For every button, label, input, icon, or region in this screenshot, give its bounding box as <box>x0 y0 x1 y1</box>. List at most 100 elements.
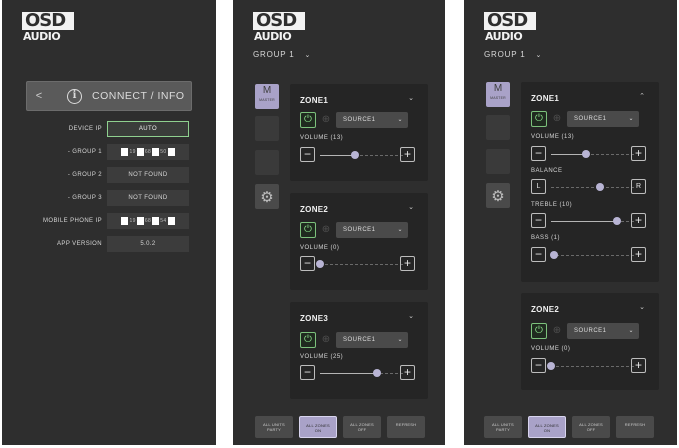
balance-slider[interactable] <box>551 183 635 191</box>
power-icon[interactable]: ⏻ <box>300 332 316 348</box>
settings-gear-icon[interactable]: ⚙ <box>486 183 510 208</box>
volume-label: VOLUME (13) <box>300 135 344 141</box>
all-units-party-button[interactable]: ALL UNITS PARTY <box>484 416 522 438</box>
side-button-3[interactable] <box>486 149 510 174</box>
slider-knob[interactable] <box>351 151 360 159</box>
zone-title: ZONE2 <box>531 305 560 314</box>
volume-slider[interactable] <box>551 150 635 158</box>
app-version-row: APP VERSION 5.0.2 <box>2 236 216 252</box>
osd-audio-logo: OSD AUDIO <box>484 12 536 42</box>
group1-ip-value: 19 68 50 <box>107 144 189 160</box>
connect-info-screen: OSD AUDIO < i CONNECT / INFO DEVICE IP A… <box>2 0 216 445</box>
group3-ip-value: NOT FOUND <box>107 190 189 206</box>
source-select[interactable]: SOURCE1 ⌄ <box>336 222 408 238</box>
bottom-action-bar: ALL UNITS PARTY ALL ZONES ON ALL ZONES OFF … <box>233 416 445 440</box>
link-icon[interactable]: ⊕ <box>319 222 333 238</box>
group-selector[interactable]: GROUP 1 ⌄ <box>253 50 311 59</box>
osd-audio-logo: OSD AUDIO <box>253 12 305 42</box>
all-zones-on-button[interactable]: ALL ZONES ON <box>528 416 566 438</box>
all-zones-off-button[interactable]: ALL ZONES OFF <box>343 416 381 438</box>
osd-audio-logo: OSD AUDIO <box>22 12 74 42</box>
zone-card: ZONE3 ⌄ ⏻ ⊕ SOURCE1 ⌄ VOLUME (25) − + <box>290 302 428 399</box>
balance-label: BALANCE <box>531 168 563 174</box>
volume-down-button[interactable]: − <box>531 358 546 373</box>
treble-slider[interactable] <box>551 217 635 225</box>
slider-knob[interactable] <box>547 362 555 370</box>
zone-detail-screen: OSD AUDIO GROUP 1 ⌄ M MASTER ⚙ ZONE1 ⌃ ⏻ ⊕… <box>464 0 677 445</box>
volume-label: VOLUME (13) <box>531 134 575 140</box>
connect-info-button[interactable]: < i CONNECT / INFO <box>26 81 192 111</box>
slider-knob[interactable] <box>316 260 324 268</box>
all-units-party-button[interactable]: ALL UNITS PARTY <box>255 416 293 438</box>
slider-knob[interactable] <box>582 150 591 158</box>
chevron-down-icon[interactable]: ⌄ <box>639 303 645 311</box>
master-button[interactable]: M MASTER <box>255 84 279 109</box>
source-select[interactable]: SOURCE1 ⌄ <box>336 112 408 128</box>
volume-slider[interactable] <box>316 260 404 268</box>
power-icon[interactable]: ⏻ <box>300 222 316 238</box>
volume-slider[interactable] <box>320 151 404 159</box>
volume-down-button[interactable]: − <box>300 256 315 271</box>
chevron-down-icon[interactable]: ⌄ <box>408 94 414 102</box>
mobile-phone-ip-value: 19 68 54 <box>107 213 189 229</box>
volume-down-button[interactable]: − <box>300 147 315 162</box>
chevron-up-icon[interactable]: ⌃ <box>639 92 645 100</box>
group2-ip-value: NOT FOUND <box>107 167 189 183</box>
group3-ip-row: - GROUP 3 NOT FOUND <box>2 190 216 206</box>
side-button-3[interactable] <box>255 150 279 175</box>
source-select[interactable]: SOURCE1 ⌄ <box>567 323 639 339</box>
volume-slider[interactable] <box>547 362 635 370</box>
link-icon[interactable]: ⊕ <box>319 112 333 128</box>
power-icon[interactable]: ⏻ <box>531 111 547 127</box>
zone-card: ZONE2 ⌄ ⏻ ⊕ SOURCE1 ⌄ VOLUME (0) − + <box>521 293 659 390</box>
group-selector[interactable]: GROUP 1 ⌄ <box>484 50 542 59</box>
treble-up-button[interactable]: + <box>631 213 646 228</box>
back-chevron-icon[interactable]: < <box>27 90 51 102</box>
balance-right-button[interactable]: R <box>631 179 646 194</box>
bottom-action-bar: ALL UNITS PARTY ALL ZONES ON ALL ZONES OFF … <box>464 416 677 440</box>
link-icon[interactable]: ⊕ <box>319 332 333 348</box>
side-button-2[interactable] <box>486 115 510 140</box>
bass-up-button[interactable]: + <box>631 247 646 262</box>
settings-gear-icon[interactable]: ⚙ <box>255 184 279 209</box>
link-icon[interactable]: ⊕ <box>550 111 564 127</box>
volume-up-button[interactable]: + <box>400 147 415 162</box>
volume-down-button[interactable]: − <box>300 365 315 380</box>
balance-left-button[interactable]: L <box>531 179 546 194</box>
refresh-button[interactable]: REFRESH <box>387 416 425 438</box>
mobile-phone-ip-row: MOBILE PHONE IP 19 68 54 <box>2 213 216 229</box>
bass-down-button[interactable]: − <box>531 247 546 262</box>
master-button[interactable]: M MASTER <box>486 82 510 107</box>
treble-label: TREBLE (10) <box>531 202 573 208</box>
slider-knob[interactable] <box>373 369 382 377</box>
bass-slider[interactable] <box>550 251 635 259</box>
volume-up-button[interactable]: + <box>631 146 646 161</box>
link-icon[interactable]: ⊕ <box>550 323 564 339</box>
volume-up-button[interactable]: + <box>400 256 415 271</box>
volume-up-button[interactable]: + <box>400 365 415 380</box>
chevron-down-icon[interactable]: ⌄ <box>408 312 414 320</box>
side-button-2[interactable] <box>255 116 279 141</box>
treble-down-button[interactable]: − <box>531 213 546 228</box>
chevron-down-icon[interactable]: ⌄ <box>408 203 414 211</box>
volume-down-button[interactable]: − <box>531 146 546 161</box>
device-ip-value[interactable]: AUTO <box>107 121 189 137</box>
power-icon[interactable]: ⏻ <box>300 112 316 128</box>
all-zones-off-button[interactable]: ALL ZONES OFF <box>572 416 610 438</box>
source-select[interactable]: SOURCE1 ⌄ <box>567 111 639 127</box>
zone-title: ZONE1 <box>531 94 560 103</box>
volume-slider[interactable] <box>320 369 404 377</box>
all-zones-on-button[interactable]: ALL ZONES ON <box>299 416 337 438</box>
refresh-button[interactable]: REFRESH <box>616 416 654 438</box>
slider-knob[interactable] <box>612 217 621 225</box>
slider-knob[interactable] <box>550 251 559 259</box>
group-zones-screen: OSD AUDIO GROUP 1 ⌄ M MASTER ⚙ ZONE1 ⌄ ⏻ ⊕… <box>233 0 445 445</box>
volume-up-button[interactable]: + <box>631 358 646 373</box>
volume-label: VOLUME (25) <box>300 354 344 360</box>
power-icon[interactable]: ⏻ <box>531 323 547 339</box>
zone-title: ZONE2 <box>300 205 329 214</box>
zone-title: ZONE3 <box>300 314 329 323</box>
source-select[interactable]: SOURCE1 ⌄ <box>336 332 408 348</box>
zone-card: ZONE2 ⌄ ⏻ ⊕ SOURCE1 ⌄ VOLUME (0) − + <box>290 193 428 290</box>
slider-knob[interactable] <box>595 183 604 191</box>
